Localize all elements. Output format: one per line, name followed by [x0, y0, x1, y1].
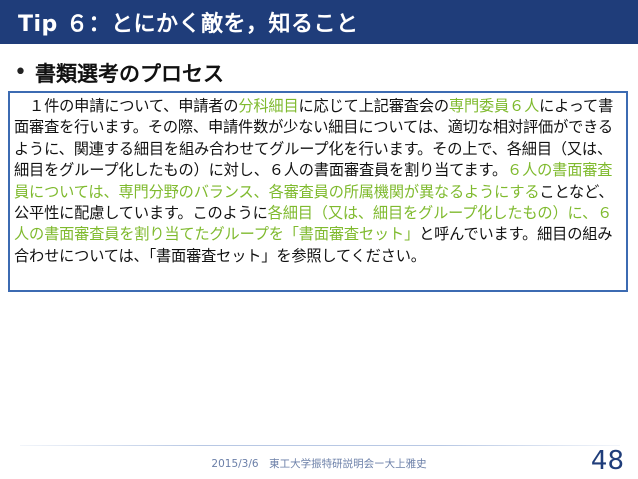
- body-segment: １件の申請について、申請者の: [14, 97, 239, 115]
- body-text-box: １件の申請について、申請者の分科細目に応じて上記審査会の専門委員６人によって書面…: [8, 91, 628, 292]
- body-segment: に応じて上記審査会の: [298, 97, 450, 115]
- footer-text: 2015/3/6 東工大学振特研説明会ー大上雅史: [211, 458, 427, 470]
- bullet-heading: 書類選考のプロセス: [34, 62, 224, 86]
- bullet-icon: •: [14, 60, 27, 85]
- body-highlight: 専門委員６人: [448, 97, 540, 115]
- body-paragraph: １件の申請について、申請者の分科細目に応じて上記審査会の専門委員６人によって書面…: [14, 96, 622, 267]
- bullet-item: • 書類選考のプロセス: [14, 58, 224, 88]
- footer-divider: [20, 445, 620, 446]
- slide-title-bar: Tip ６：とにかく敵を，知ること: [0, 0, 638, 44]
- slide-title: Tip ６：とにかく敵を，知ること: [18, 12, 359, 37]
- body-highlight: 分科細目: [238, 97, 299, 115]
- page-number: 48: [590, 446, 624, 476]
